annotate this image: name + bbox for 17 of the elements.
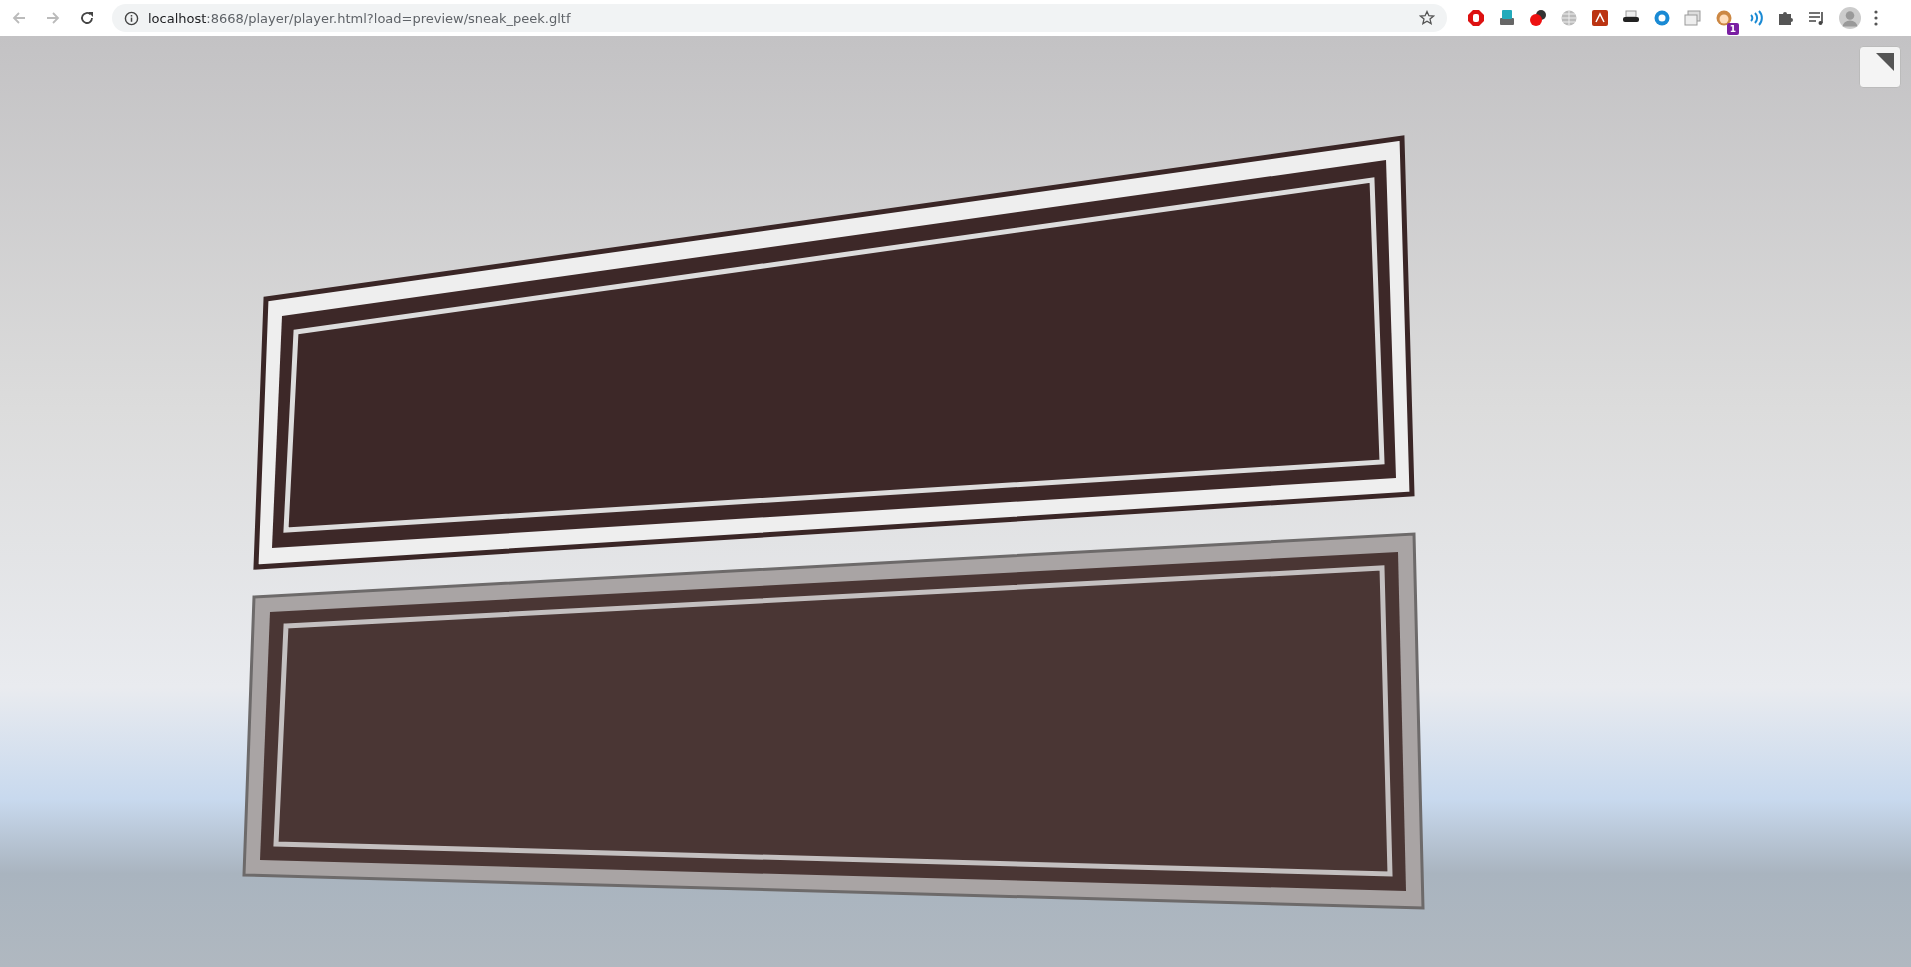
keyboard-icon[interactable] (1498, 9, 1516, 27)
pdf-icon[interactable] (1591, 9, 1609, 27)
extension-badge: 1 (1726, 23, 1739, 35)
left-arrow-icon (11, 10, 27, 26)
avatar-icon[interactable] (1839, 7, 1861, 29)
reload-icon (79, 10, 95, 26)
bookmark-star-icon[interactable] (1419, 10, 1435, 26)
info-icon[interactable] (124, 10, 139, 26)
url-text: localhost:8668/player/player.html?load=preview/sneak_peek.gltf (148, 10, 572, 26)
playlist-icon[interactable] (1808, 9, 1826, 27)
fullscreen-button[interactable] (1859, 46, 1901, 88)
puzzle-icon[interactable] (1777, 9, 1795, 27)
corner-triangle-icon (1874, 53, 1894, 73)
address-bar[interactable]: localhost:8668/player/player.html?load=preview/sneak_peek.gltf (112, 4, 1447, 32)
monkey-icon[interactable] (1715, 9, 1733, 27)
right-arrow-icon (45, 10, 61, 26)
menu-icon[interactable] (1874, 10, 1878, 26)
